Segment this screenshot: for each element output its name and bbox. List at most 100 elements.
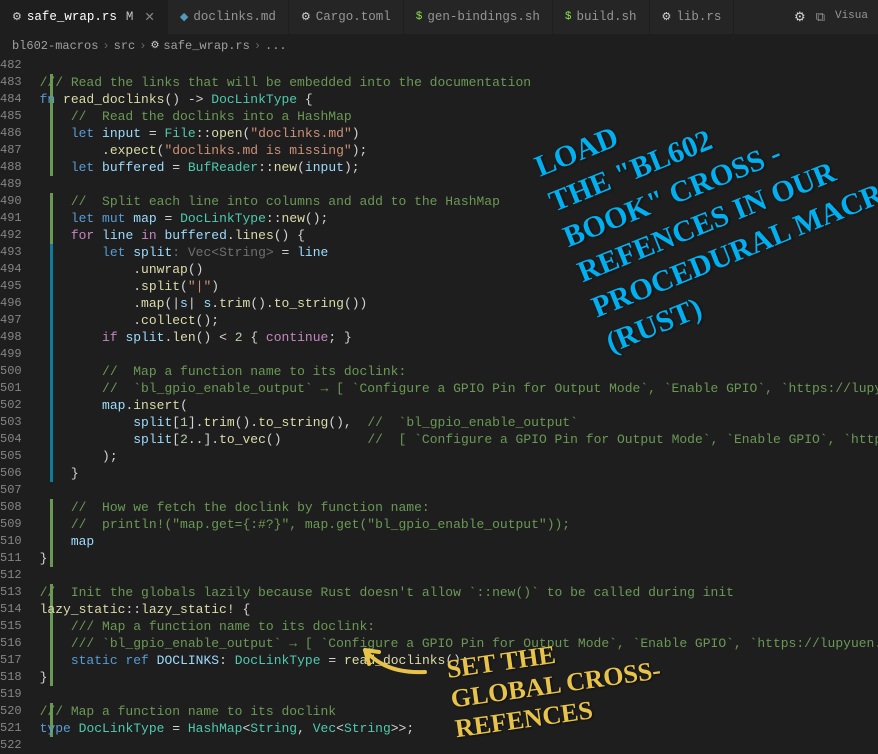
line-number: 488 xyxy=(0,159,22,176)
code-line[interactable]: .split("|") xyxy=(40,278,878,295)
code-line[interactable]: /// Map a function name to its doclink: xyxy=(40,618,878,635)
line-number: 483 xyxy=(0,74,22,91)
code-line[interactable]: // println!("map.get={:#?}", map.get("bl… xyxy=(40,516,878,533)
markdown-file-icon: ◆ xyxy=(180,10,188,24)
rust-file-icon: ⚙ xyxy=(12,10,22,24)
line-number: 492 xyxy=(0,227,22,244)
editor: 4824834844854864874884894904914924934944… xyxy=(0,57,878,716)
line-number: 496 xyxy=(0,295,22,312)
line-number: 494 xyxy=(0,261,22,278)
line-number: 485 xyxy=(0,108,22,125)
line-number: 493 xyxy=(0,244,22,261)
code-line[interactable]: // `bl_gpio_enable_output` → [ `Configur… xyxy=(40,380,878,397)
line-number: 502 xyxy=(0,397,22,414)
tab-label: lib.rs xyxy=(676,10,721,24)
line-number: 505 xyxy=(0,448,22,465)
code-line[interactable]: } xyxy=(40,669,878,686)
tab-dirty-indicator: M xyxy=(126,10,134,24)
line-number: 501 xyxy=(0,380,22,397)
code-line[interactable] xyxy=(40,346,878,363)
code-line[interactable]: map.insert( xyxy=(40,397,878,414)
run-hint: Visua xyxy=(835,10,868,25)
code-line[interactable]: split[1].trim().to_string(), // `bl_gpio… xyxy=(40,414,878,431)
code-line[interactable] xyxy=(40,57,878,74)
breadcrumb-seg[interactable]: ... xyxy=(265,39,287,53)
code-line[interactable] xyxy=(40,567,878,584)
line-number: 510 xyxy=(0,533,22,550)
line-number: 489 xyxy=(0,176,22,193)
code-line[interactable]: let input = File::open("doclinks.md") xyxy=(40,125,878,142)
shell-file-icon: $ xyxy=(565,11,572,23)
breadcrumb-seg[interactable]: safe_wrap.rs xyxy=(163,39,249,53)
code-line[interactable]: // Init the globals lazily because Rust … xyxy=(40,584,878,601)
chevron-right-icon: › xyxy=(254,39,261,53)
rust-file-icon: ⚙ xyxy=(301,10,311,24)
line-number: 500 xyxy=(0,363,22,380)
code-line[interactable]: ); xyxy=(40,448,878,465)
code-line[interactable]: lazy_static::lazy_static! { xyxy=(40,601,878,618)
code-line[interactable]: /// Read the links that will be embedded… xyxy=(40,74,878,91)
line-number: 522 xyxy=(0,737,22,754)
tab-lib[interactable]: ⚙ lib.rs xyxy=(650,0,735,34)
line-number: 490 xyxy=(0,193,22,210)
code-line[interactable]: .collect(); xyxy=(40,312,878,329)
code-line[interactable] xyxy=(40,482,878,499)
line-number: 521 xyxy=(0,720,22,737)
compare-icon[interactable]: ⧉ xyxy=(816,10,825,25)
shell-file-icon: $ xyxy=(416,11,423,23)
line-number: 504 xyxy=(0,431,22,448)
rust-mode-icon[interactable]: ⚙ xyxy=(794,10,806,25)
code-line[interactable]: // Split each line into columns and add … xyxy=(40,193,878,210)
breadcrumb-seg[interactable]: src xyxy=(114,39,136,53)
code-line[interactable]: type DocLinkType = HashMap<String, Vec<S… xyxy=(40,720,878,737)
code-line[interactable]: for line in buffered.lines() { xyxy=(40,227,878,244)
code-line[interactable]: if split.len() < 2 { continue; } xyxy=(40,329,878,346)
code-line[interactable]: /// `bl_gpio_enable_output` → [ `Configu… xyxy=(40,635,878,652)
line-number: 497 xyxy=(0,312,22,329)
line-number: 516 xyxy=(0,635,22,652)
code-line[interactable]: // Read the doclinks into a HashMap xyxy=(40,108,878,125)
code-line[interactable]: let split: Vec<String> = line xyxy=(40,244,878,261)
tab-bar-actions: ⚙ ⧉ Visua xyxy=(784,10,878,25)
line-number: 518 xyxy=(0,669,22,686)
tab-label: gen-bindings.sh xyxy=(427,10,540,24)
line-number: 506 xyxy=(0,465,22,482)
code-line[interactable]: fn read_doclinks() -> DocLinkType { xyxy=(40,91,878,108)
close-icon[interactable]: ✕ xyxy=(144,9,154,25)
code-line[interactable]: let buffered = BufReader::new(input); xyxy=(40,159,878,176)
tab-safe-wrap[interactable]: ⚙ safe_wrap.rs M ✕ xyxy=(0,0,168,34)
line-number: 509 xyxy=(0,516,22,533)
code-line[interactable]: .unwrap() xyxy=(40,261,878,278)
code-line[interactable]: let mut map = DocLinkType::new(); xyxy=(40,210,878,227)
line-number: 484 xyxy=(0,91,22,108)
code-line[interactable] xyxy=(40,176,878,193)
line-number-gutter: 4824834844854864874884894904914924934944… xyxy=(0,57,32,716)
code-line[interactable]: /// Map a function name to its doclink xyxy=(40,703,878,720)
tab-doclinks[interactable]: ◆ doclinks.md xyxy=(168,0,289,34)
line-number: 495 xyxy=(0,278,22,295)
code-line[interactable]: // How we fetch the doclink by function … xyxy=(40,499,878,516)
code-line[interactable]: .expect("doclinks.md is missing"); xyxy=(40,142,878,159)
tab-build[interactable]: $ build.sh xyxy=(553,0,650,34)
code-line[interactable]: .map(|s| s.trim().to_string()) xyxy=(40,295,878,312)
tab-bar: ⚙ safe_wrap.rs M ✕ ◆ doclinks.md ⚙ Cargo… xyxy=(0,0,878,35)
code-line[interactable]: map xyxy=(40,533,878,550)
breadcrumb-seg[interactable]: bl602-macros xyxy=(12,39,98,53)
tab-label: Cargo.toml xyxy=(316,10,391,24)
code-line[interactable]: static ref DOCLINKS: DocLinkType = read_… xyxy=(40,652,878,669)
line-number: 499 xyxy=(0,346,22,363)
code-line[interactable]: } xyxy=(40,465,878,482)
code-line[interactable]: } xyxy=(40,550,878,567)
chevron-right-icon: › xyxy=(139,39,146,53)
code-line[interactable]: // Map a function name to its doclink: xyxy=(40,363,878,380)
tab-label: safe_wrap.rs xyxy=(27,10,117,24)
code-line[interactable]: split[2..].to_vec() // [ `Configure a GP… xyxy=(40,431,878,448)
breadcrumb[interactable]: bl602-macros › src › ⚙ safe_wrap.rs › ..… xyxy=(0,35,878,57)
tab-cargo[interactable]: ⚙ Cargo.toml xyxy=(289,0,404,34)
line-number: 511 xyxy=(0,550,22,567)
tab-gen-bindings[interactable]: $ gen-bindings.sh xyxy=(404,0,553,34)
code-line[interactable] xyxy=(40,737,878,754)
code-line[interactable] xyxy=(40,686,878,703)
line-number: 513 xyxy=(0,584,22,601)
code-area[interactable]: /// Read the links that will be embedded… xyxy=(32,57,878,716)
